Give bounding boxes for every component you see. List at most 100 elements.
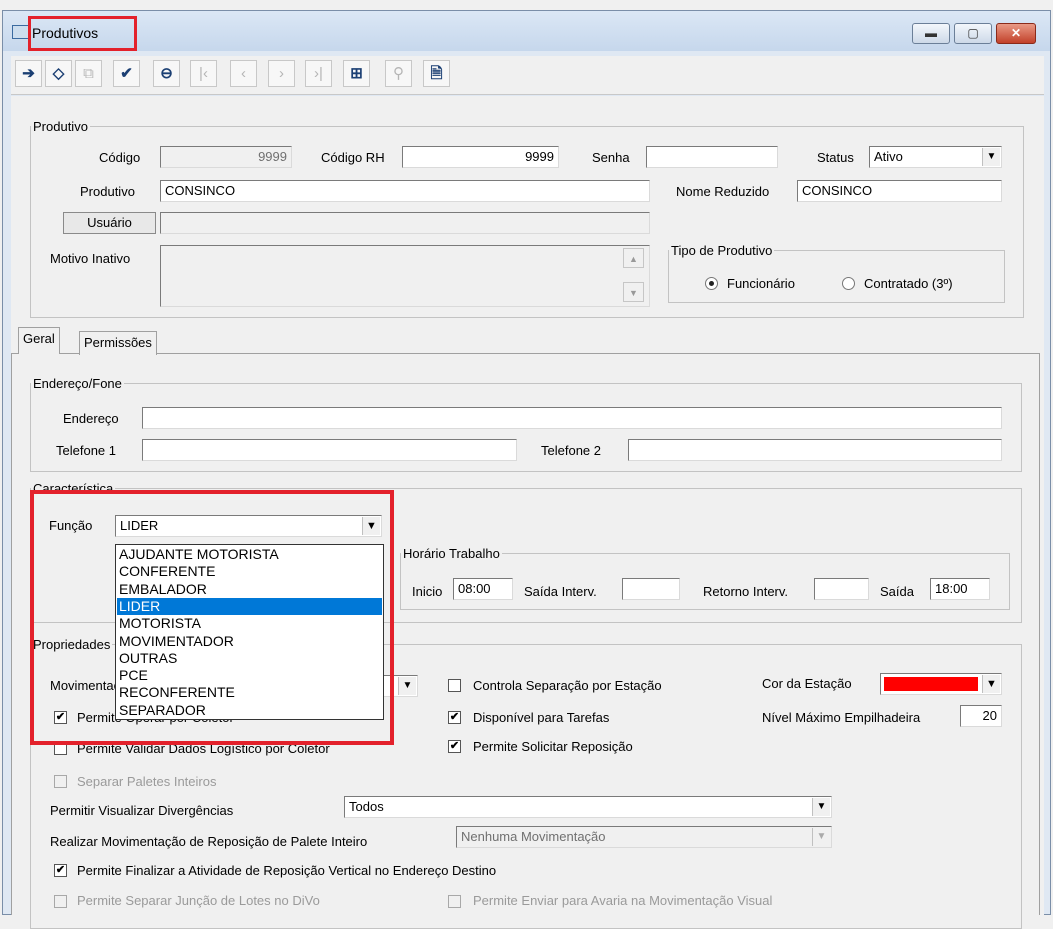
- status-label: Status: [817, 150, 854, 165]
- produtivo-name-field[interactable]: CONSINCO: [160, 180, 650, 202]
- grid-icon: ⊞: [350, 65, 363, 82]
- separar-paletes-checkbox[interactable]: [54, 775, 67, 788]
- title-highlight-box: [28, 16, 137, 51]
- endereco-label: Endereço: [63, 411, 119, 426]
- minimize-button[interactable]: ▬: [912, 23, 950, 44]
- horario-trabalho-legend: Horário Trabalho: [403, 546, 500, 561]
- check-icon: ✔: [449, 711, 460, 723]
- close-button[interactable]: ✕: [996, 23, 1036, 44]
- permitir-visualizar-dropdown[interactable]: Todos ▼: [344, 796, 832, 818]
- report-button[interactable]: 🗎: [423, 60, 450, 87]
- maximize-button[interactable]: ▢: [954, 23, 992, 44]
- realizar-mov-dropdown[interactable]: Nenhuma Movimentação ▼: [456, 826, 832, 848]
- nome-reduzido-field[interactable]: CONSINCO: [797, 180, 1002, 202]
- disponivel-tarefas-label: Disponível para Tarefas: [473, 710, 610, 725]
- search-icon: ⚲: [393, 65, 404, 82]
- tab-geral[interactable]: Geral: [18, 327, 60, 354]
- last-record-button[interactable]: ›|: [305, 60, 332, 87]
- inicio-label: Inicio: [412, 584, 443, 599]
- nivel-maximo-field[interactable]: 20: [960, 705, 1002, 727]
- minimize-icon: ▬: [925, 26, 937, 40]
- telefone2-field[interactable]: [628, 439, 1002, 461]
- realizar-mov-label: Realizar Movimentação de Reposição de Pa…: [50, 834, 368, 849]
- next-record-button[interactable]: ›: [268, 60, 295, 87]
- last-record-icon: ›|: [314, 65, 323, 82]
- telefone1-label: Telefone 1: [56, 443, 116, 458]
- produtivo-label: Produtivo: [80, 184, 135, 199]
- permitir-visualizar-value: Todos: [349, 799, 384, 814]
- saida-label: Saída: [880, 584, 914, 599]
- permite-solicitar-checkbox[interactable]: ✔: [448, 740, 461, 753]
- save-record-icon: ✔: [120, 65, 133, 82]
- disponivel-tarefas-checkbox[interactable]: ✔: [448, 711, 461, 724]
- realizar-mov-value: Nenhuma Movimentação: [461, 829, 606, 844]
- permite-separar-juncao-label: Permite Separar Junção de Lotes no DiVo: [77, 893, 320, 908]
- chevron-down-icon[interactable]: ▼: [982, 148, 1000, 166]
- copy-record-button[interactable]: ⧉: [75, 60, 102, 87]
- contratado-label: Contratado (3º): [864, 276, 953, 291]
- nome-reduzido-label: Nome Reduzido: [676, 184, 770, 199]
- tipo-produtivo-legend: Tipo de Produtivo: [671, 243, 773, 258]
- chevron-down-icon[interactable]: ▼: [398, 677, 416, 695]
- scroll-up-icon[interactable]: ▲: [623, 248, 644, 268]
- permite-finalizar-label: Permite Finalizar a Atividade de Reposiç…: [77, 863, 497, 878]
- codigo-rh-field[interactable]: 9999: [402, 146, 559, 168]
- title-bar[interactable]: [3, 11, 1050, 51]
- cor-estacao-label: Cor da Estação: [762, 676, 852, 691]
- nivel-maximo-label: Nível Máximo Empilhadeira: [762, 710, 921, 725]
- status-value: Ativo: [874, 149, 903, 164]
- maximize-icon: ▢: [967, 26, 979, 40]
- codigo-rh-label: Código RH: [321, 150, 385, 165]
- save-record-button[interactable]: ✔: [113, 60, 140, 87]
- color-swatch: [884, 677, 978, 691]
- next-record-icon: ›: [279, 65, 284, 82]
- chevron-down-icon[interactable]: ▼: [982, 675, 1000, 693]
- chevron-down-icon[interactable]: ▼: [812, 828, 830, 846]
- funcionario-label: Funcionário: [727, 276, 795, 291]
- dropdown-highlight-box: [30, 490, 394, 745]
- grid-button[interactable]: ⊞: [343, 60, 370, 87]
- telefone1-field[interactable]: [142, 439, 517, 461]
- permite-separar-juncao-checkbox[interactable]: [54, 895, 67, 908]
- radio-contratado[interactable]: [842, 277, 855, 290]
- tab-permissoes[interactable]: Permissões: [79, 331, 157, 355]
- telefone2-label: Telefone 2: [541, 443, 601, 458]
- chevron-down-icon[interactable]: ▼: [812, 798, 830, 816]
- report-icon: 🗎: [430, 65, 443, 82]
- usuario-button[interactable]: Usuário: [63, 212, 156, 234]
- senha-label: Senha: [592, 150, 630, 165]
- scroll-down-icon[interactable]: ▼: [623, 282, 644, 302]
- search-button[interactable]: ⚲: [385, 60, 412, 87]
- radio-funcionario[interactable]: [705, 277, 718, 290]
- first-record-icon: |‹: [199, 65, 208, 82]
- close-icon: ✕: [1010, 26, 1022, 40]
- inicio-field[interactable]: 08:00: [453, 578, 513, 600]
- usuario-field[interactable]: [160, 212, 650, 234]
- exit-button[interactable]: ➔: [15, 60, 42, 87]
- cor-estacao-dropdown[interactable]: ▼: [880, 673, 1002, 695]
- tipo-produtivo-group: Tipo de Produtivo: [668, 243, 1005, 303]
- retorno-interv-field[interactable]: [814, 578, 869, 600]
- controla-separacao-label: Controla Separação por Estação: [473, 678, 662, 693]
- first-record-button[interactable]: |‹: [190, 60, 217, 87]
- copy-record-icon: ⧉: [83, 65, 94, 82]
- separar-paletes-label: Separar Paletes Inteiros: [77, 774, 217, 789]
- check-icon: ✔: [449, 740, 460, 752]
- status-dropdown[interactable]: Ativo ▼: [869, 146, 1002, 168]
- permite-enviar-avaria-checkbox[interactable]: [448, 895, 461, 908]
- endereco-field[interactable]: [142, 407, 1002, 429]
- saida-field[interactable]: 18:00: [930, 578, 990, 600]
- codigo-field[interactable]: 9999: [160, 146, 292, 168]
- permite-finalizar-checkbox[interactable]: ✔: [54, 864, 67, 877]
- permite-enviar-avaria-label: Permite Enviar para Avaria na Movimentaç…: [473, 893, 773, 908]
- controla-separacao-checkbox[interactable]: [448, 679, 461, 692]
- eraser-button[interactable]: ◇: [45, 60, 72, 87]
- saida-interv-field[interactable]: [622, 578, 680, 600]
- motivo-inativo-label: Motivo Inativo: [50, 251, 131, 266]
- saida-interv-label: Saída Interv.: [524, 584, 597, 599]
- delete-record-button[interactable]: ⊖: [153, 60, 180, 87]
- motivo-inativo-field[interactable]: [160, 245, 650, 307]
- senha-field[interactable]: [646, 146, 778, 168]
- previous-record-button[interactable]: ‹: [230, 60, 257, 87]
- radio-dot: [709, 281, 714, 286]
